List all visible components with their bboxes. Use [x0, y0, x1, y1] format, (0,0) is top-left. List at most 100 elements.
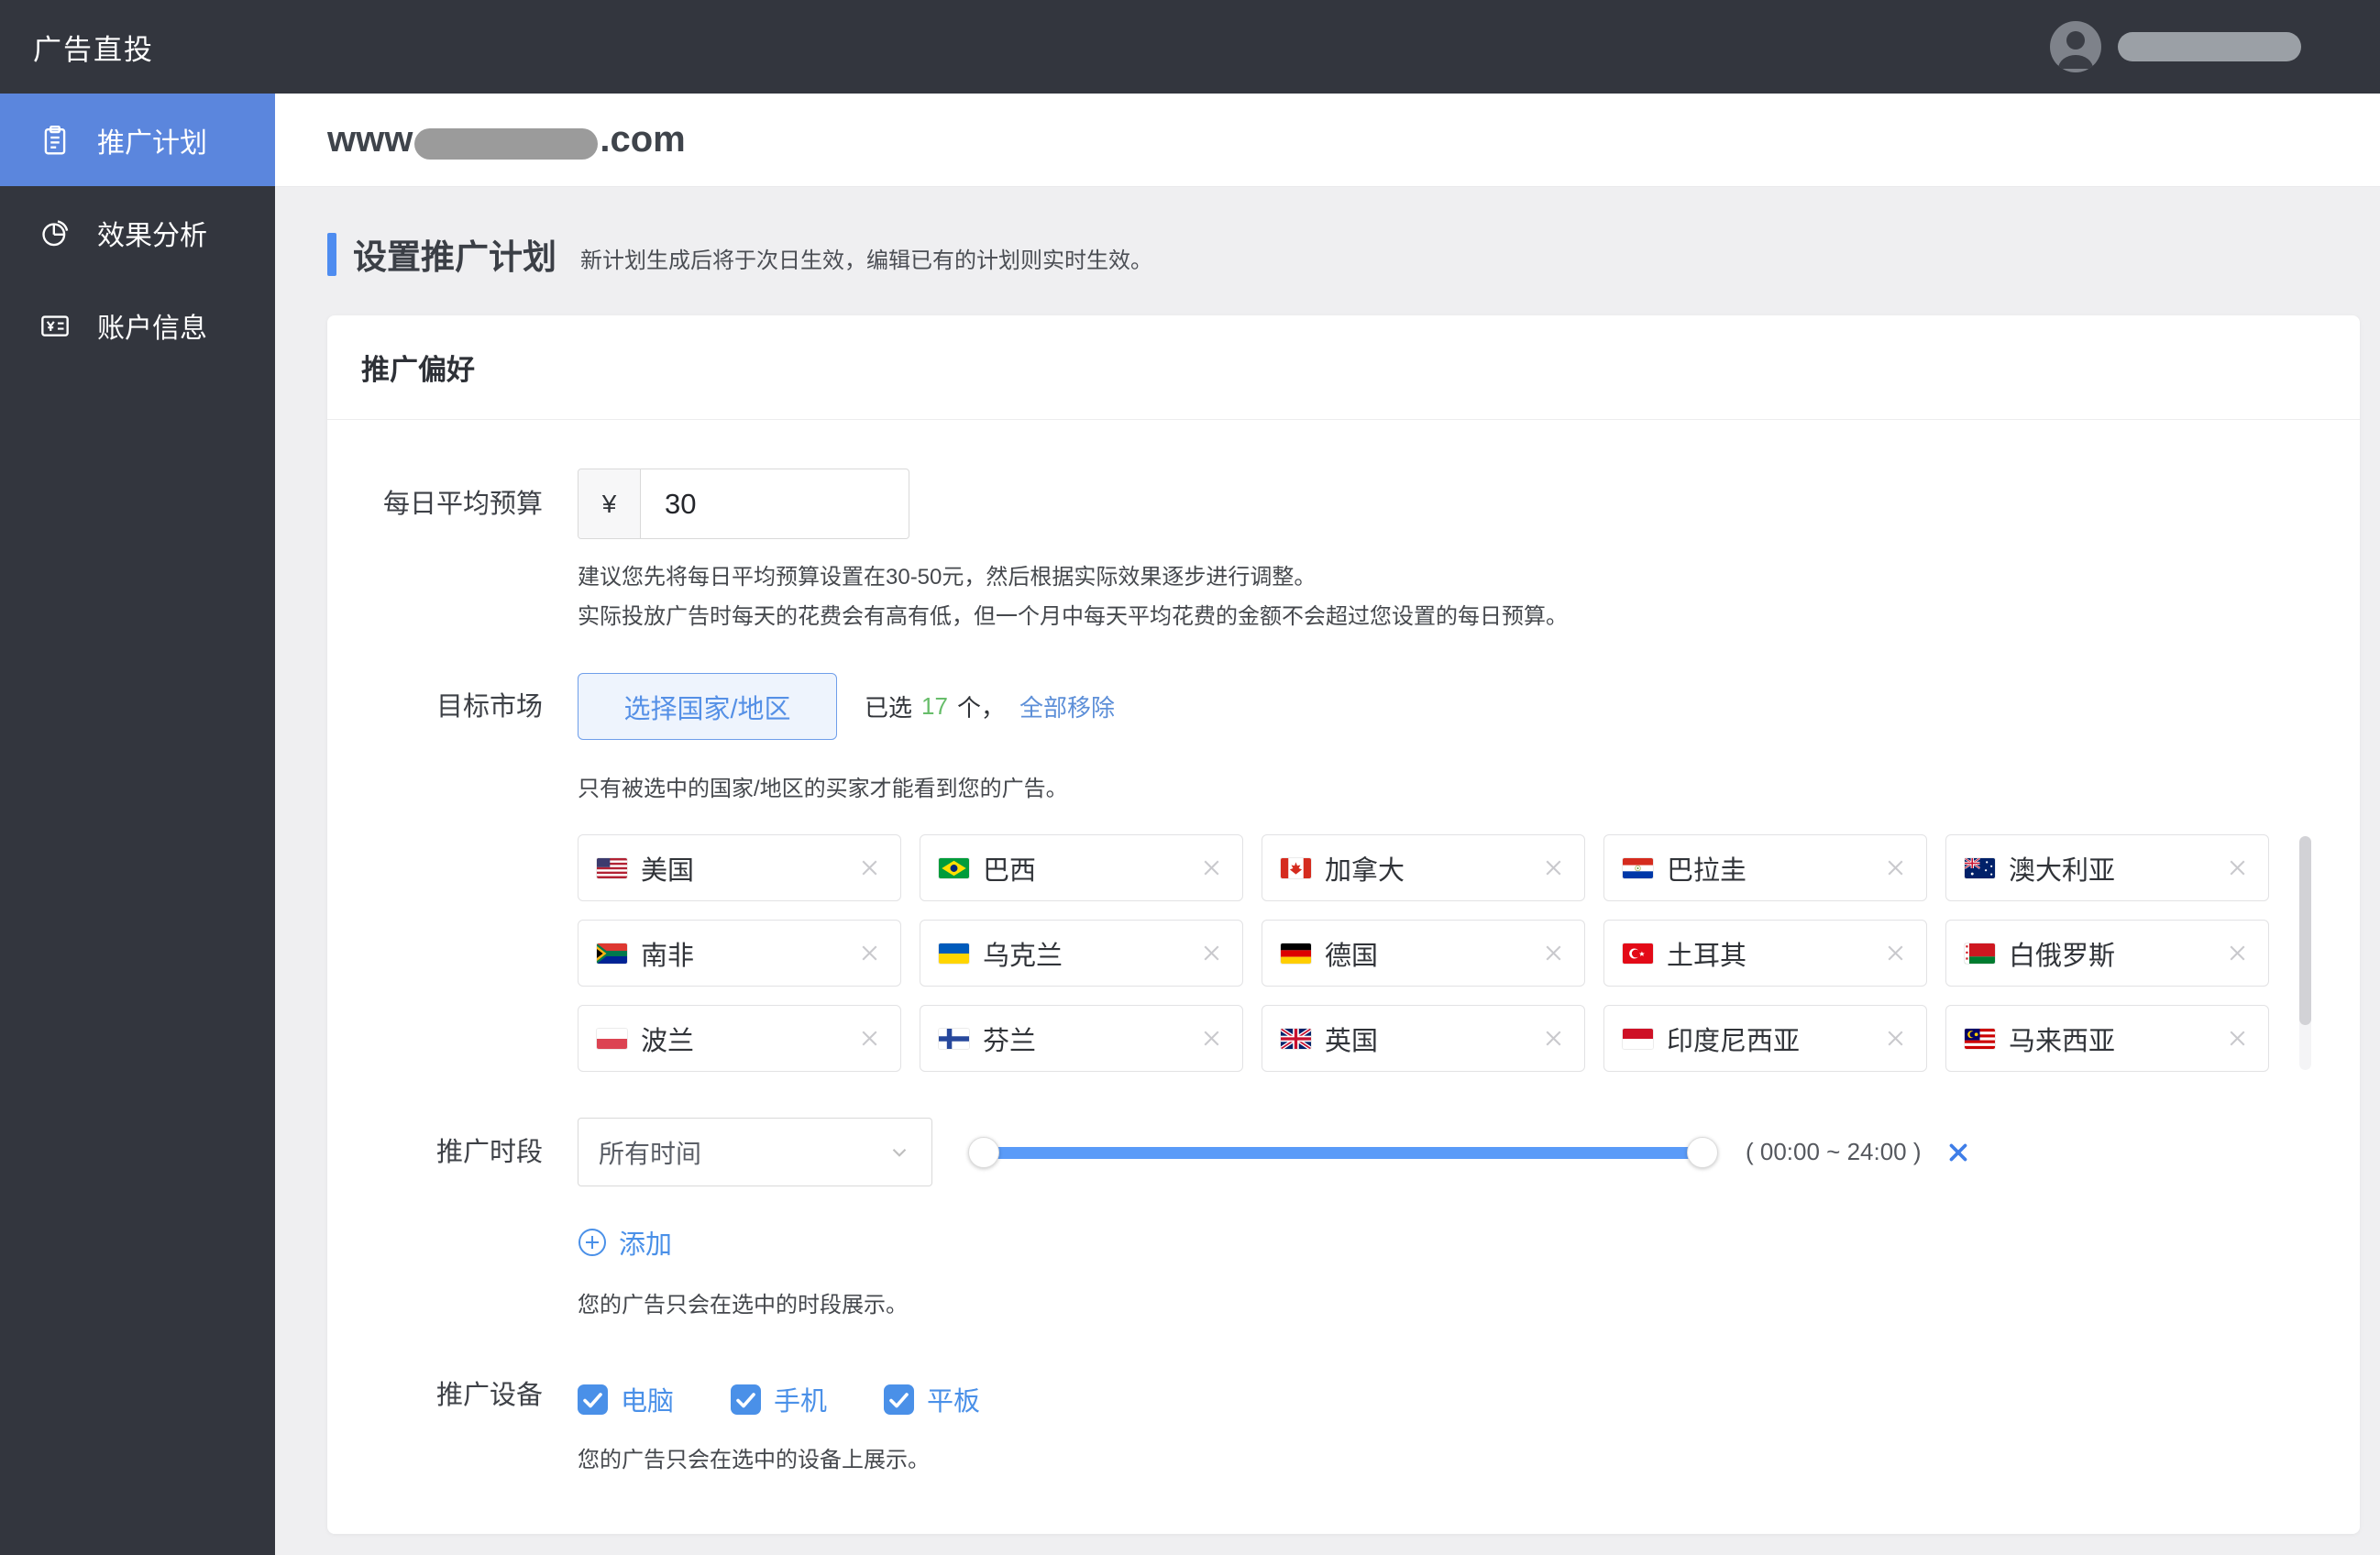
domain-prefix: www — [327, 119, 413, 160]
add-label: 添加 — [619, 1230, 673, 1260]
country-name: 美国 — [641, 855, 695, 886]
close-icon[interactable] — [1199, 941, 1224, 965]
country-tag: 印度尼西亚 — [1603, 1005, 1927, 1072]
flag-icon-ua — [939, 943, 969, 964]
country-name: 巴拉圭 — [1667, 855, 1747, 886]
country-name: 芬兰 — [983, 1026, 1037, 1056]
slider-track — [974, 1146, 1713, 1159]
devices-help: 您的广告只会在选中的设备上展示。 — [578, 1448, 930, 1472]
budget-help-line: 建议您先将每日平均预算设置在30-50元，然后根据实际效果逐步进行调整。 — [578, 565, 1317, 590]
close-icon[interactable] — [857, 941, 882, 965]
user-icon — [2058, 31, 2093, 69]
selected-count-text: 已选 17 个， 全部移除 — [865, 689, 1115, 723]
close-icon[interactable] — [1883, 941, 1908, 965]
budget-label: 每日平均预算 — [382, 490, 543, 519]
budget-input[interactable] — [641, 469, 909, 538]
app-title: 广告直投 — [33, 33, 154, 66]
pie-chart-icon — [37, 215, 73, 251]
country-tag: 美国 — [578, 834, 901, 901]
device-checkbox-item[interactable]: 电脑 — [578, 1380, 674, 1418]
time-range-label: ( 00:00 ~ 24:00 ) — [1746, 1138, 1922, 1165]
devices-row: 推广设备 电脑 手机 平板 您的广告只会在选中的设备上展示。 — [327, 1380, 2360, 1480]
section-title-row: 设置推广计划 新计划生成后将于次日生效，编辑已有的计划则实时生效。 — [327, 229, 2380, 279]
close-icon[interactable] — [857, 855, 882, 880]
device-options: 电脑 手机 平板 — [578, 1380, 2360, 1418]
country-tag: 加拿大 — [1262, 834, 1585, 901]
country-name: 白俄罗斯 — [2009, 941, 2116, 971]
devices-label: 推广设备 — [435, 1381, 543, 1410]
time-range-slider[interactable] — [968, 1136, 1718, 1169]
plus-circle-icon — [578, 1229, 606, 1256]
topbar: 广告直投 — [0, 0, 2380, 94]
budget-input-group: ¥ — [578, 469, 909, 539]
close-icon[interactable] — [1199, 855, 1224, 880]
close-icon[interactable] — [1541, 855, 1566, 880]
flag-icon-ca — [1281, 857, 1311, 878]
select-country-button[interactable]: 选择国家/地区 — [578, 673, 837, 740]
sidebar-item-plans[interactable]: 推广计划 — [0, 94, 275, 186]
scrollbar-thumb[interactable] — [2299, 836, 2311, 1025]
chevron-down-icon — [887, 1141, 911, 1164]
sidebar-item-account[interactable]: 账户信息 — [0, 279, 275, 371]
slider-handle-end[interactable] — [1687, 1136, 1718, 1168]
close-icon[interactable] — [857, 1026, 882, 1051]
country-tag: 德国 — [1262, 920, 1585, 987]
currency-prefix: ¥ — [578, 469, 641, 538]
remove-all-link[interactable]: 全部移除 — [1019, 689, 1115, 723]
remove-schedule-icon[interactable] — [1945, 1140, 1971, 1165]
country-tag: 澳大利亚 — [1945, 834, 2269, 901]
add-schedule-button[interactable]: 添加 — [578, 1223, 672, 1262]
selected-suffix: 个， — [956, 694, 1005, 722]
close-icon[interactable] — [1883, 1026, 1908, 1051]
device-label: 电脑 — [621, 1387, 675, 1417]
sidebar-item-analysis[interactable]: 效果分析 — [0, 186, 275, 279]
account-card-icon — [37, 307, 73, 344]
schedule-row: 推广时段 所有时间 ( 00:00 ~ 24:00 ) 添加 您的广告只会在选中… — [327, 1118, 2360, 1325]
card-header: 推广偏好 — [327, 315, 2360, 420]
close-icon[interactable] — [1541, 941, 1566, 965]
preferences-card: 推广偏好 每日平均预算 ¥ 建议您先将每日平均预算设置在30-50元，然后根据实… — [327, 315, 2360, 1534]
country-tag: 白俄罗斯 — [1945, 920, 2269, 987]
avatar[interactable] — [2050, 21, 2101, 72]
country-name: 南非 — [641, 941, 695, 971]
country-name: 马来西亚 — [2009, 1026, 2116, 1056]
slider-handle-start[interactable] — [968, 1136, 999, 1168]
page-title: 设置推广计划 — [353, 238, 556, 276]
content-header: www .com — [275, 94, 2380, 187]
checkbox-icon[interactable] — [731, 1384, 762, 1415]
page-subtitle: 新计划生成后将于次日生效，编辑已有的计划则实时生效。 — [580, 248, 1152, 273]
selected-prefix: 已选 — [865, 694, 913, 722]
country-scrollbar[interactable] — [2299, 836, 2311, 1070]
flag-icon-id — [1623, 1028, 1653, 1049]
flag-icon-pl — [597, 1028, 627, 1049]
close-icon[interactable] — [2225, 1026, 2250, 1051]
flag-icon-py — [1623, 857, 1653, 878]
close-icon[interactable] — [2225, 941, 2250, 965]
checkbox-icon[interactable] — [578, 1384, 608, 1415]
flag-icon-gb — [1281, 1028, 1311, 1049]
flag-icon-by — [1965, 943, 1995, 964]
time-select[interactable]: 所有时间 — [578, 1118, 932, 1186]
country-tag: 巴西 — [920, 834, 1243, 901]
close-icon[interactable] — [2225, 855, 2250, 880]
country-name: 波兰 — [641, 1026, 695, 1056]
close-icon[interactable] — [1883, 855, 1908, 880]
site-domain: www .com — [327, 119, 686, 160]
domain-suffix: .com — [600, 119, 686, 160]
device-label: 平板 — [927, 1387, 981, 1417]
close-icon[interactable] — [1199, 1026, 1224, 1051]
flag-icon-au — [1965, 857, 1995, 878]
device-checkbox-item[interactable]: 平板 — [884, 1380, 980, 1418]
country-tag: 芬兰 — [920, 1005, 1243, 1072]
topbar-user-area[interactable] — [2050, 21, 2301, 72]
sidebar-nav: 推广计划 效果分析 账户信息 — [0, 94, 275, 1555]
device-checkbox-item[interactable]: 手机 — [731, 1380, 827, 1418]
flag-icon-de — [1281, 943, 1311, 964]
sidebar-item-label: 效果分析 — [97, 220, 207, 251]
checkbox-icon[interactable] — [884, 1384, 915, 1415]
page-title-accent-bar — [327, 232, 336, 276]
close-icon[interactable] — [1541, 1026, 1566, 1051]
country-name: 英国 — [1325, 1026, 1379, 1056]
card-title: 推广偏好 — [361, 354, 475, 386]
device-label: 手机 — [774, 1387, 828, 1417]
